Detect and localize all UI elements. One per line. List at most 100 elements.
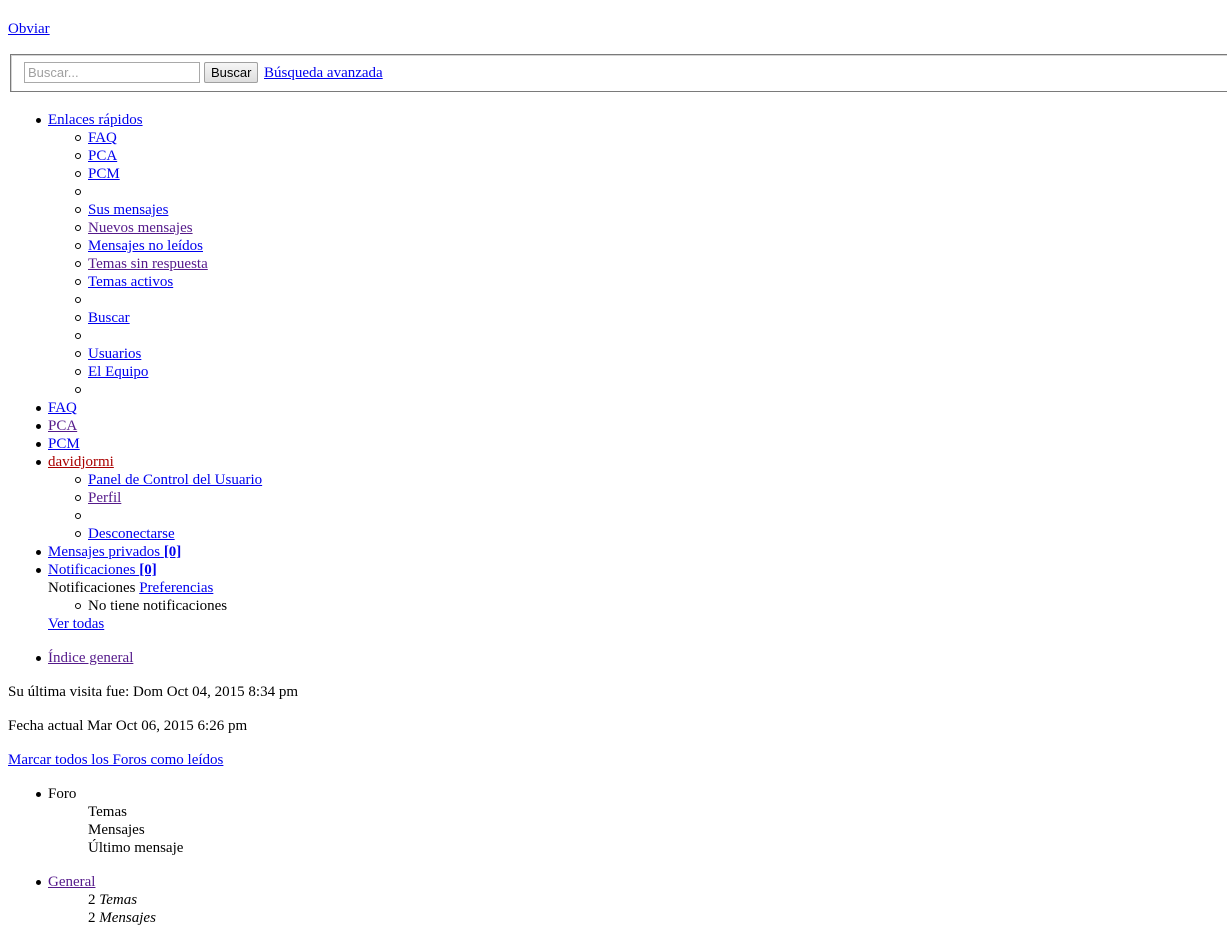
bullet-disc-icon [35, 459, 41, 465]
advanced-search-link[interactable]: Búsqueda avanzada [264, 64, 383, 82]
quick-link-sus-mensajes[interactable]: Sus mensajes [88, 202, 168, 218]
bullet-circle-icon [75, 171, 81, 177]
user-menu-desconectarse[interactable]: Desconectarse [88, 526, 175, 542]
view-all-notifications-link[interactable]: Ver todas [48, 616, 104, 632]
bullet-circle-icon [75, 603, 81, 609]
quick-links-menu: Enlaces rápidos [35, 111, 143, 129]
nav-item-pca: PCA [35, 417, 77, 435]
pm-count-badge: [0] [163, 544, 182, 560]
pcm-link[interactable]: PCM [48, 436, 80, 452]
bullet-disc-icon [35, 549, 41, 555]
bullet-circle-icon [75, 477, 81, 483]
bullet-circle-icon [75, 513, 81, 519]
nav-item-pcm: PCM [35, 435, 80, 453]
mark-read-item: Marcar todos los Foros como leídos [8, 751, 223, 769]
forum-header-label: Foro [48, 786, 77, 802]
bullet-disc-icon [35, 423, 41, 429]
quick-link-item: Temas activos [75, 273, 173, 291]
quick-link-item: Buscar [75, 309, 130, 327]
user-menu-item: Perfil [75, 489, 121, 507]
quick-link-el-equipo[interactable]: El Equipo [88, 364, 148, 380]
mark-forums-read-link[interactable]: Marcar todos los Foros como leídos [8, 752, 223, 768]
user-menu-perfil[interactable]: Perfil [88, 490, 121, 506]
bullet-circle-icon [75, 189, 81, 195]
quick-link-faq[interactable]: FAQ [88, 130, 117, 146]
quick-link-item: El Equipo [75, 363, 148, 381]
bullet-circle-icon [75, 153, 81, 159]
notifications-header: Notificaciones Preferencias [48, 579, 213, 597]
faq-link[interactable]: FAQ [48, 400, 77, 416]
username-link[interactable]: davidjormi [48, 454, 114, 470]
quick-link-item: Mensajes no leídos [75, 237, 203, 255]
bullet-circle-icon [75, 261, 81, 267]
bullet-circle-icon [75, 387, 81, 393]
breadcrumb: Índice general [35, 649, 133, 667]
quick-link-item: Usuarios [75, 345, 141, 363]
posts-column-header: Mensajes [88, 822, 145, 838]
quick-link-mensajes-no-le-dos[interactable]: Mensajes no leídos [88, 238, 203, 254]
no-notifications-text: No tiene notificaciones [88, 598, 228, 614]
forum-row: General [35, 873, 95, 891]
current-date-text: Fecha actual Mar Oct 06, 2015 6:26 pm [8, 718, 248, 734]
nav-item-notifications: Notificaciones [0] [35, 561, 157, 579]
view-all-item: Ver todas [48, 615, 104, 633]
quick-link-item: Temas sin respuesta [75, 255, 208, 273]
private-messages-link[interactable]: Mensajes privados [0] [48, 544, 181, 560]
quick-link-item: PCA [75, 147, 117, 165]
bullet-circle-icon [75, 315, 81, 321]
bullet-disc-icon [35, 441, 41, 447]
notification-count-badge: [0] [139, 562, 157, 578]
breadcrumb-index-link[interactable]: Índice general [48, 650, 133, 666]
user-menu-panel-de-control-del-usuario[interactable]: Panel de Control del Usuario [88, 472, 262, 488]
quick-links-toggle[interactable]: Enlaces rápidos [48, 112, 143, 128]
forum-posts-count: 2 Mensajes [88, 910, 156, 926]
forum-topics-count: 2 Temas [88, 892, 138, 908]
bullet-circle-icon [75, 135, 81, 141]
search-input[interactable] [24, 62, 200, 83]
quick-link-item: FAQ [75, 129, 117, 147]
bullet-disc-icon [35, 879, 41, 885]
nav-item-faq: FAQ [35, 399, 77, 417]
bullet-circle-icon [75, 243, 81, 249]
quick-link-nuevos-mensajes[interactable]: Nuevos mensajes [88, 220, 193, 236]
quick-link-usuarios[interactable]: Usuarios [88, 346, 141, 362]
user-menu-item: Panel de Control del Usuario [75, 471, 262, 489]
bullet-circle-icon [75, 207, 81, 213]
forum-column-header: Foro [35, 785, 77, 803]
quick-link-item: Sus mensajes [75, 201, 168, 219]
forum-link-general[interactable]: General [48, 874, 95, 890]
bullet-circle-icon [75, 531, 81, 537]
nav-item-user: davidjormi [35, 453, 114, 471]
search-button[interactable]: Buscar [204, 62, 259, 83]
bullet-disc-icon [35, 655, 41, 661]
quick-link-item: PCM [75, 165, 120, 183]
pca-link[interactable]: PCA [48, 418, 77, 434]
last-visit-text: Su última visita fue: Dom Oct 04, 2015 8… [8, 684, 298, 700]
quick-link-temas-sin-respuesta[interactable]: Temas sin respuesta [88, 256, 208, 272]
search-box: Buscar Búsqueda avanzada [10, 54, 1227, 92]
bullet-disc-icon [35, 117, 41, 123]
bullet-circle-icon [75, 369, 81, 375]
notifications-link[interactable]: Notificaciones [0] [48, 562, 157, 578]
quick-link-buscar[interactable]: Buscar [88, 310, 130, 326]
bullet-circle-icon [75, 279, 81, 285]
quick-link-pca[interactable]: PCA [88, 148, 117, 164]
bullet-circle-icon [75, 297, 81, 303]
bullet-circle-icon [75, 333, 81, 339]
quick-link-temas-activos[interactable]: Temas activos [88, 274, 173, 290]
quick-link-item: Nuevos mensajes [75, 219, 193, 237]
notification-preferences-link[interactable]: Preferencias [139, 580, 213, 596]
bullet-circle-icon [75, 225, 81, 231]
bullet-disc-icon [35, 405, 41, 411]
skip-link[interactable]: Obviar [8, 20, 50, 38]
bullet-circle-icon [75, 351, 81, 357]
notifications-title: Notificaciones [48, 580, 136, 596]
topics-column-header: Temas [88, 804, 127, 820]
bullet-disc-icon [35, 791, 41, 797]
bullet-circle-icon [75, 495, 81, 501]
user-menu-item: Desconectarse [75, 525, 175, 543]
bullet-disc-icon [35, 567, 41, 573]
notification-empty-item: No tiene notificaciones [75, 597, 228, 615]
quick-link-pcm[interactable]: PCM [88, 166, 120, 182]
last-post-column-header: Último mensaje [88, 840, 184, 856]
